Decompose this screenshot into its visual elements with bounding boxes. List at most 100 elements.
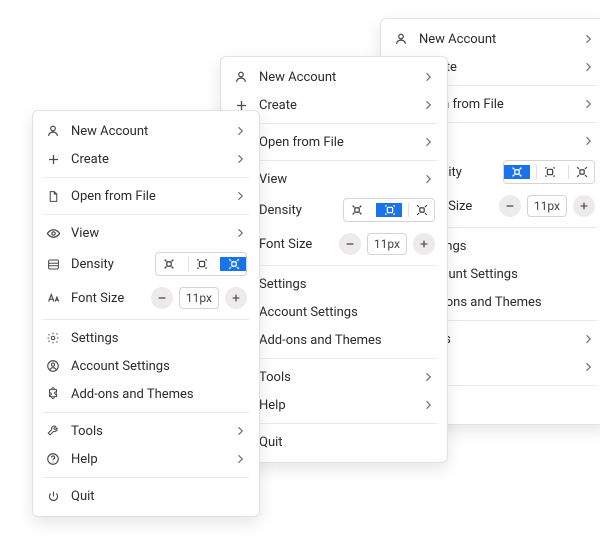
chevron-right-icon: [421, 370, 435, 384]
density-option-compact[interactable]: [156, 257, 182, 271]
menu-item-tools-label: Tools: [71, 424, 223, 439]
density-option-relaxed[interactable]: [220, 257, 246, 271]
menu-item-addons-label: Add-ons and Themes: [71, 387, 247, 402]
density-toggle: [503, 160, 595, 184]
menu-item-quit-label: Quit: [71, 489, 247, 504]
menu-item-new-account-label: New Account: [71, 124, 223, 139]
chevron-right-icon: [233, 424, 247, 438]
chevron-right-icon: [581, 97, 595, 111]
density-option-compact[interactable]: [344, 203, 370, 217]
chevron-right-icon: [581, 60, 595, 74]
menu-item-open-from-file-label: Open from File: [259, 135, 411, 150]
menu-item-help[interactable]: Help: [33, 445, 259, 473]
menu-item-settings-label: Settings: [71, 331, 247, 346]
chevron-right-icon: [421, 70, 435, 84]
menu-item-new-account-label: New Account: [259, 70, 411, 85]
menu-divider: [43, 177, 249, 178]
font-size-increase-button[interactable]: [225, 287, 247, 309]
menu-divider: [231, 160, 437, 161]
chevron-right-icon: [421, 172, 435, 186]
density-toggle: [155, 252, 247, 276]
font-size-stepper: 11px: [339, 233, 435, 255]
menu-item-tools-label: Tools: [259, 370, 411, 385]
user-icon: [393, 31, 409, 47]
chevron-right-icon: [581, 360, 595, 374]
menu-item-view-label: View: [259, 172, 411, 187]
font-size-decrease-button[interactable]: [339, 233, 361, 255]
menu-item-addons[interactable]: Add-ons and Themes: [33, 380, 259, 408]
menu-item-open-from-file[interactable]: Open from File: [33, 182, 259, 210]
menu-divider: [43, 319, 249, 320]
chevron-right-icon: [233, 152, 247, 166]
chevron-right-icon: [233, 226, 247, 240]
density-option-default[interactable]: [536, 165, 562, 179]
menu-item-create[interactable]: Create: [33, 145, 259, 173]
menu-divider: [43, 412, 249, 413]
menu-item-open-from-file-label: Open from File: [71, 189, 223, 204]
menu-item-tools[interactable]: Tools: [33, 417, 259, 445]
menu-item-density: Density: [33, 247, 259, 281]
chevron-right-icon: [581, 32, 595, 46]
font-size-increase-button[interactable]: [413, 233, 435, 255]
plus-icon: [45, 151, 61, 167]
density-label: Density: [71, 257, 145, 272]
font-size-label: Font Size: [259, 237, 329, 252]
fontsize-icon: [45, 290, 61, 306]
help-icon: [45, 451, 61, 467]
font-size-value: 11px: [367, 233, 407, 255]
chevron-right-icon: [421, 98, 435, 112]
chevron-right-icon: [233, 189, 247, 203]
font-size-value: 11px: [527, 195, 567, 217]
file-icon: [45, 188, 61, 204]
density-icon: [45, 256, 61, 272]
menu-item-settings-label: Settings: [259, 277, 435, 292]
menu-item-new-account[interactable]: New Account: [33, 117, 259, 145]
density-option-compact[interactable]: [504, 165, 530, 179]
puzzle-icon: [45, 386, 61, 402]
menu-divider: [231, 423, 437, 424]
menu-divider: [43, 477, 249, 478]
density-option-default[interactable]: [188, 257, 214, 271]
menu-divider: [43, 214, 249, 215]
chevron-right-icon: [581, 134, 595, 148]
menu-item-view-label: View: [71, 226, 223, 241]
user-icon: [233, 69, 249, 85]
power-icon: [45, 488, 61, 504]
menu-item-addons-label: Add-ons and Themes: [259, 333, 435, 348]
density-option-relaxed[interactable]: [408, 203, 434, 217]
menu-item-create-label: Create: [71, 152, 223, 167]
menu-item-account-settings[interactable]: Account Settings: [33, 352, 259, 380]
menu-item-help-label: Help: [71, 452, 223, 467]
menu-item-help-label: Help: [259, 398, 411, 413]
density-toggle: [343, 198, 435, 222]
density-option-relaxed[interactable]: [568, 165, 594, 179]
gear-icon: [45, 330, 61, 346]
density-label: Density: [259, 203, 333, 218]
menu-divider: [231, 358, 437, 359]
menu-item-new-account-label: New Account: [419, 32, 571, 47]
chevron-right-icon: [421, 135, 435, 149]
chevron-right-icon: [233, 452, 247, 466]
font-size-label: Font Size: [71, 291, 141, 306]
eye-icon: [45, 225, 61, 241]
density-option-default[interactable]: [376, 203, 402, 217]
wrench-icon: [45, 423, 61, 439]
font-size-stepper: 11px: [151, 287, 247, 309]
chevron-right-icon: [233, 124, 247, 138]
menu-item-quit[interactable]: Quit: [33, 482, 259, 510]
menu-item-view[interactable]: View: [33, 219, 259, 247]
menu-item-font-size: Font Size 11px: [33, 281, 259, 315]
menu-item-account-settings-label: Account Settings: [71, 359, 247, 374]
menu-item-account-settings-label: Account Settings: [259, 305, 435, 320]
menu-item-new-account[interactable]: New Account: [381, 25, 600, 53]
menu-item-quit-label: Quit: [259, 435, 435, 450]
chevron-right-icon: [581, 332, 595, 346]
menu-divider: [231, 123, 437, 124]
user-icon: [45, 123, 61, 139]
chevron-right-icon: [421, 398, 435, 412]
font-size-decrease-button[interactable]: [499, 195, 521, 217]
menu-item-new-account[interactable]: New Account: [221, 63, 447, 91]
font-size-decrease-button[interactable]: [151, 287, 173, 309]
menu-item-settings[interactable]: Settings: [33, 324, 259, 352]
font-size-increase-button[interactable]: [573, 195, 595, 217]
